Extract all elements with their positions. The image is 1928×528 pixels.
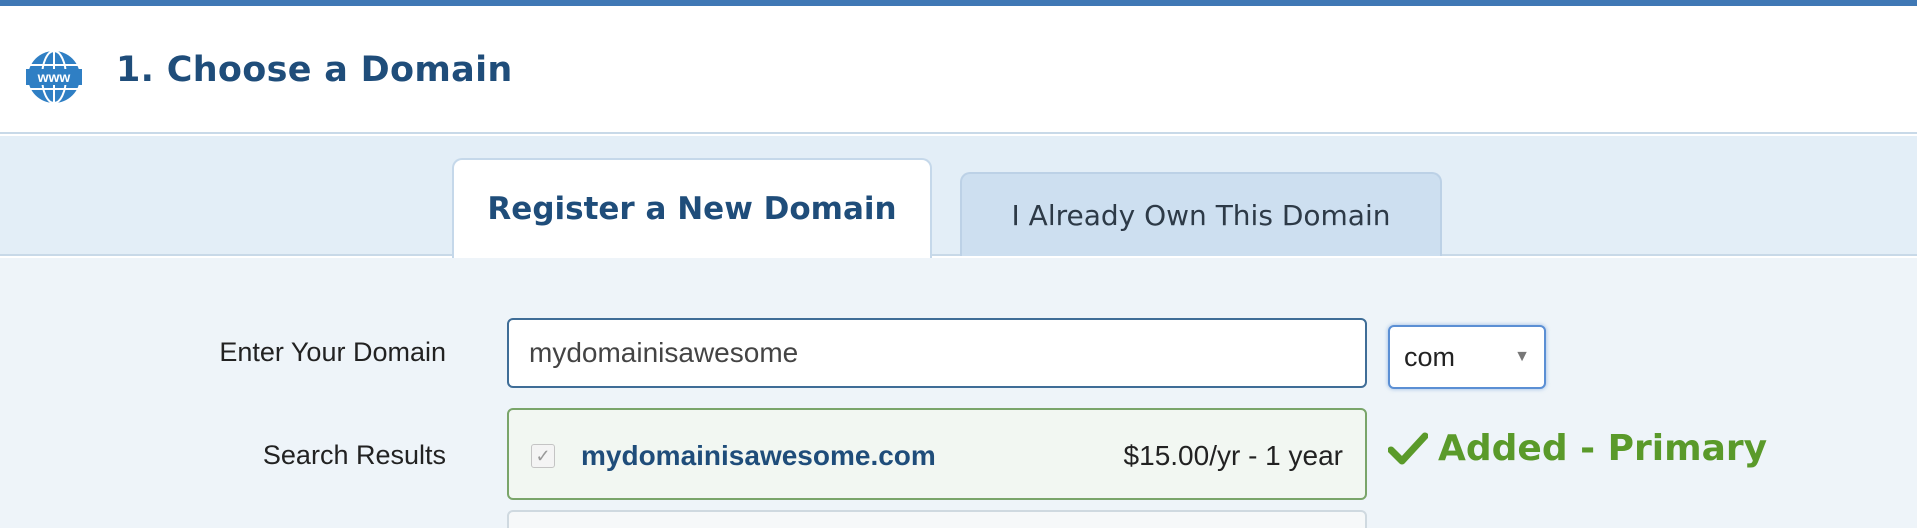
section-header: www 1. Choose a Domain [0,6,1917,134]
added-status-text: Added - Primary [1438,428,1768,469]
domain-input-label: Enter Your Domain [219,337,446,367]
page-title: 1. Choose a Domain [116,50,513,90]
search-results-label: Search Results [262,440,446,470]
added-status: Added - Primary [1388,428,1767,469]
tab-already-own-domain[interactable]: I Already Own This Domain [960,172,1442,256]
search-result-row[interactable]: ✓ mydomainisawesome.com $15.00/yr - 1 ye… [507,408,1367,500]
tld-select[interactable]: com ▼ [1388,325,1546,389]
dropdown-arrow-icon: ▼ [1514,348,1530,365]
result-domain-name: mydomainisawesome.com [581,440,936,471]
svg-text:www: www [37,69,71,85]
tab-register-new-domain[interactable]: Register a New Domain [452,158,932,258]
tld-selected-value: com [1404,341,1456,372]
search-result-row-partial [507,510,1367,528]
tab-bar [0,136,1917,256]
result-price: $15.00/yr - 1 year [1123,440,1343,471]
page-right-edge [1917,0,1928,528]
result-checkbox[interactable]: ✓ [531,444,555,468]
checkmark-icon [1388,432,1428,464]
domain-search-input[interactable] [507,318,1367,388]
www-globe-icon: www [26,50,82,104]
